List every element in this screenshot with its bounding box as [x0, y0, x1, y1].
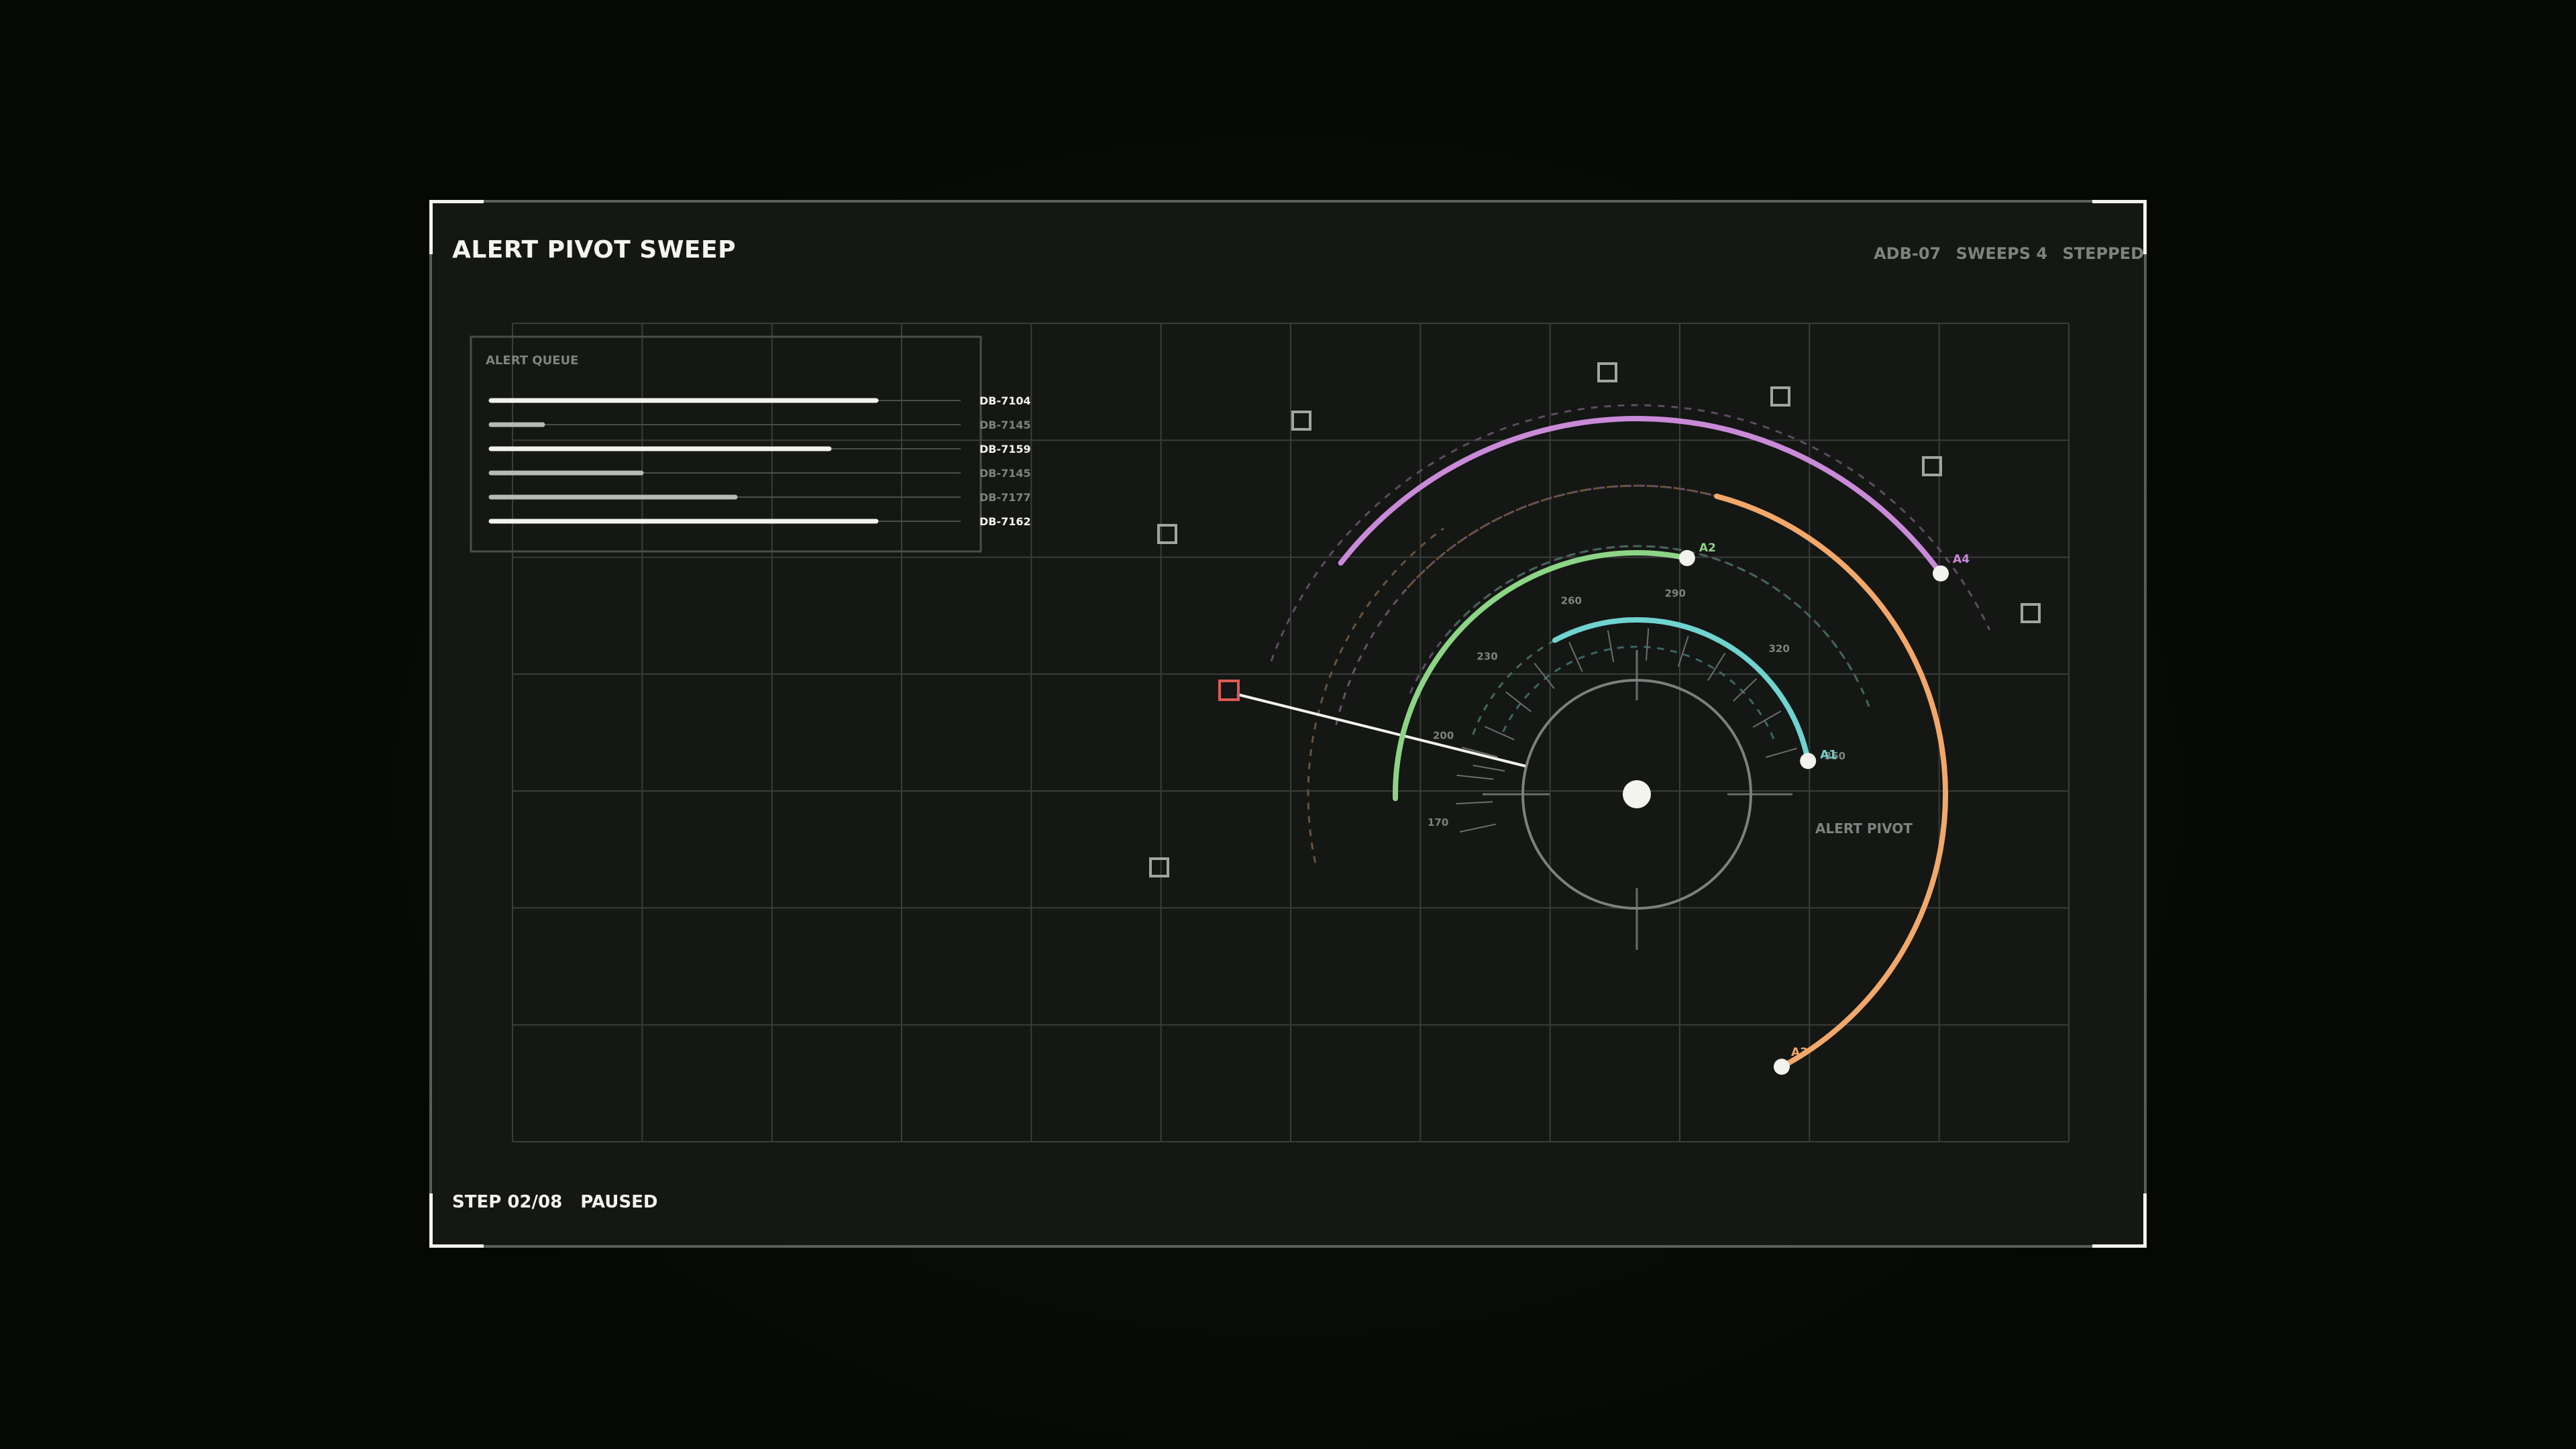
- guide-arc: [1407, 484, 1874, 597]
- arc-end-node: [1773, 1059, 1790, 1075]
- guide-arc: [1472, 619, 1807, 750]
- sweep-visualization: ALERT QUEUE DB-7104 DB-7145 DB-7159 DB-7145…: [470, 323, 2070, 1142]
- queue-item-id: DB-7104: [979, 394, 1031, 407]
- node-marker: [1597, 362, 1617, 382]
- footer-status: STEP 02/08 PAUSED: [452, 1192, 669, 1212]
- queue-rows: DB-7104 DB-7145 DB-7159 DB-7145 DB-7177 DB-71…: [488, 394, 1031, 528]
- pivot-label: ALERT PIVOT: [1815, 820, 1913, 837]
- dial-tick: [1456, 801, 1493, 805]
- queue-title: ALERT QUEUE: [486, 354, 578, 368]
- arc-end-node: [1800, 753, 1817, 769]
- dial-tick-label: 200: [1433, 729, 1454, 741]
- node-marker: [1291, 411, 1311, 431]
- queue-item-id: DB-7159: [979, 443, 1031, 455]
- alert-queue-panel: ALERT QUEUE DB-7104 DB-7145 DB-7159 DB-7145…: [470, 335, 1031, 553]
- arc-label: A2: [1699, 541, 1716, 555]
- queue-item-id: DB-7162: [979, 515, 1031, 528]
- step-indicator: STEP 02/08: [452, 1192, 563, 1212]
- queue-item-id: DB-7145: [979, 419, 1031, 431]
- playback-state: PAUSED: [580, 1192, 658, 1212]
- sweep-arc-a2: [1393, 550, 1690, 802]
- pivot-center-node: [1623, 780, 1651, 808]
- arc-end-node: [1678, 549, 1695, 566]
- dial-tick-label: 260: [1561, 594, 1582, 606]
- dial-tick: [1472, 764, 1505, 772]
- dial-tick-label: 230: [1477, 650, 1497, 662]
- grid: [512, 323, 2070, 1142]
- guide-arc: [1270, 404, 1991, 662]
- pivot-link: [1236, 693, 1526, 767]
- arc-label: A4: [1953, 553, 1970, 566]
- node-marker: [1149, 857, 1169, 877]
- node-marker: [2021, 603, 2041, 623]
- guide-arc: [1307, 527, 1444, 863]
- arc-end-node: [1933, 565, 1949, 582]
- node-marker: [1770, 386, 1790, 407]
- dial-tick: [1645, 628, 1650, 661]
- dial-tick: [1765, 747, 1797, 758]
- arc-label: A3: [1791, 1046, 1808, 1059]
- dial-tick: [1459, 823, 1496, 833]
- arc-label: A1: [1820, 748, 1837, 761]
- alert-node: [1218, 680, 1240, 701]
- dial-tick-label: 290: [1665, 588, 1686, 600]
- guide-arc: [1335, 484, 1931, 725]
- hud-frame: ALERT PIVOT SWEEP ADB-07 SWEEPS 4 STEPPE…: [429, 200, 2147, 1248]
- dial-tick-label: 170: [1428, 816, 1448, 828]
- dial-tick: [1733, 678, 1758, 702]
- dial-tick: [1607, 630, 1615, 663]
- guide-arc: [1446, 545, 1872, 710]
- queue-item-id: DB-7177: [979, 491, 1031, 504]
- node-marker: [1922, 456, 1942, 476]
- dial-tick: [1485, 726, 1515, 741]
- pivot-graph: 170200230260290320350A1A2A3A4ALERT PIVOT: [1149, 362, 2041, 1075]
- dial-tick-label: 320: [1768, 643, 1789, 655]
- queue-item-id: DB-7145: [979, 467, 1031, 480]
- dial-tick: [1456, 774, 1494, 780]
